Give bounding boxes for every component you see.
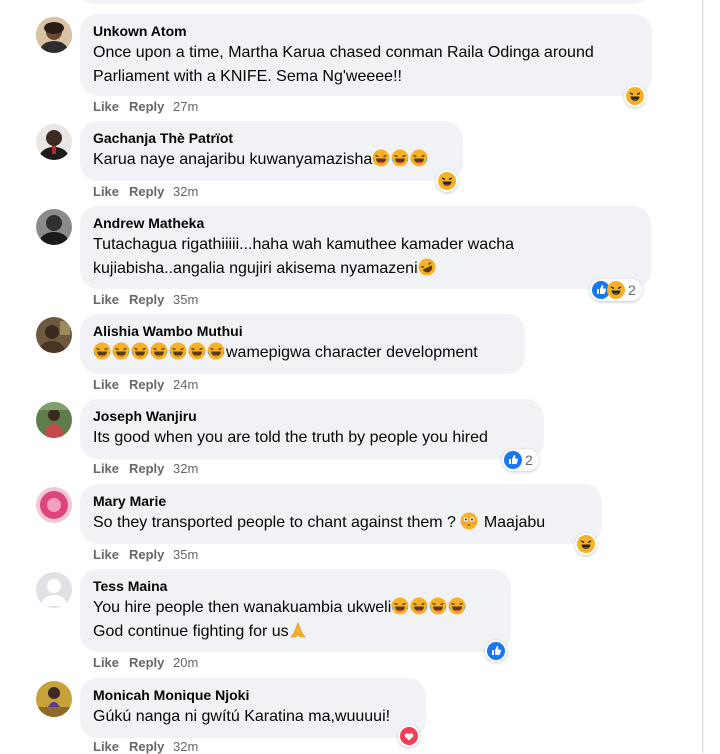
avatar[interactable] — [36, 317, 72, 353]
comment-author[interactable]: Alishia Wambo Muthui — [93, 322, 512, 340]
previous-comment-bubble-edge — [78, 0, 650, 4]
reply-button[interactable]: Reply — [129, 184, 173, 199]
haha-reaction-icon — [438, 172, 456, 190]
comment-text: Karua naye anajaribu kuwanyamazisha — [93, 148, 450, 172]
avatar[interactable] — [36, 572, 72, 608]
like-button[interactable]: Like — [93, 99, 129, 114]
comment-author[interactable]: Joseph Wanjiru — [93, 407, 531, 425]
comment-author[interactable]: Andrew Matheka — [93, 214, 638, 232]
like-button[interactable]: Like — [93, 461, 129, 476]
flushed-emoji — [460, 512, 479, 531]
comment-bubble: Tess Maina You hire people then wanakuam… — [80, 569, 511, 652]
comments-panel: Unkown Atom Once upon a time, Martha Kar… — [0, 0, 703, 754]
comment-bubble: Andrew Matheka Tutachagua rigathiiiii...… — [80, 206, 651, 289]
comment-timestamp[interactable]: 35m — [173, 547, 198, 562]
like-button[interactable]: Like — [93, 547, 129, 562]
comment-actions: Like Reply 24m — [93, 377, 198, 392]
comment-text: Its good when you are told the truth by … — [93, 429, 488, 446]
comment-actions: Like Reply 32m — [93, 184, 198, 199]
comment-bubble: Unkown Atom Once upon a time, Martha Kar… — [80, 14, 652, 96]
avatar[interactable] — [36, 209, 72, 245]
comment-timestamp[interactable]: 20m — [173, 655, 198, 670]
comment-text: You hire people then wanakuambia ukweli G… — [93, 596, 498, 644]
reply-button[interactable]: Reply — [129, 547, 173, 562]
comment-bubble: Joseph Wanjiru Its good when you are tol… — [80, 399, 544, 459]
laughing-emoji-group — [372, 149, 429, 168]
like-button[interactable]: Like — [93, 377, 129, 392]
comment-timestamp[interactable]: 32m — [173, 184, 198, 199]
comment-actions: Like Reply 35m — [93, 292, 198, 307]
reaction-summary[interactable] — [485, 640, 507, 662]
comment-author[interactable]: Gachanja Thè Patrïot — [93, 129, 450, 147]
rofl-emoji — [418, 258, 437, 277]
comment-actions: Like Reply 20m — [93, 655, 198, 670]
comment-text: Gúkú nanga ni gwítú Karatina ma,wuuuui! — [93, 708, 391, 725]
folded-hands-emoji — [289, 622, 308, 640]
comment-timestamp[interactable]: 27m — [173, 99, 198, 114]
reply-button[interactable]: Reply — [129, 461, 173, 476]
comment-bubble: Gachanja Thè Patrïot Karua naye anajarib… — [80, 121, 463, 181]
comment-author[interactable]: Tess Maina — [93, 577, 498, 595]
comment-timestamp[interactable]: 32m — [173, 739, 198, 754]
haha-reaction-icon — [577, 535, 595, 553]
reaction-summary[interactable] — [575, 533, 597, 555]
laughing-emoji-group — [93, 342, 226, 361]
haha-reaction-icon — [607, 281, 625, 299]
like-button[interactable]: Like — [93, 292, 129, 307]
laughing-emoji-group — [391, 597, 467, 616]
like-reaction-icon — [487, 642, 505, 660]
comment-actions: Like Reply 32m — [93, 461, 198, 476]
haha-reaction-icon — [626, 87, 644, 105]
like-button[interactable]: Like — [93, 184, 129, 199]
reply-button[interactable]: Reply — [129, 739, 173, 754]
like-reaction-icon — [504, 451, 522, 469]
reply-button[interactable]: Reply — [129, 655, 173, 670]
reaction-summary[interactable]: 2 — [590, 279, 642, 301]
reaction-count: 2 — [525, 452, 533, 468]
like-button[interactable]: Like — [93, 739, 129, 754]
avatar[interactable] — [36, 124, 72, 160]
comment-text: So they transported people to chant agai… — [93, 512, 546, 531]
comment-author[interactable]: Mary Marie — [93, 492, 589, 510]
comment-author[interactable]: Unkown Atom — [93, 22, 639, 40]
avatar[interactable] — [36, 681, 72, 717]
comment-text: wamepigwa character development — [93, 341, 512, 365]
like-button[interactable]: Like — [93, 655, 129, 670]
comment-timestamp[interactable]: 32m — [173, 461, 198, 476]
comment-bubble: Monicah Monique Njoki Gúkú nanga ni gwít… — [80, 678, 426, 738]
reaction-summary[interactable] — [624, 85, 646, 107]
reply-button[interactable]: Reply — [129, 292, 173, 307]
comment-bubble: Mary Marie So they transported people to… — [80, 484, 602, 544]
reply-button[interactable]: Reply — [129, 377, 173, 392]
comment-timestamp[interactable]: 35m — [173, 292, 198, 307]
comment-timestamp[interactable]: 24m — [173, 377, 198, 392]
reaction-summary[interactable]: 2 — [502, 449, 539, 471]
comment-actions: Like Reply 32m — [93, 739, 198, 754]
avatar[interactable] — [36, 402, 72, 438]
avatar[interactable] — [36, 487, 72, 523]
comment-text: Once upon a time, Martha Karua chased co… — [93, 44, 594, 85]
love-reaction-icon — [400, 727, 418, 745]
reaction-summary[interactable] — [436, 170, 458, 192]
reply-button[interactable]: Reply — [129, 99, 173, 114]
comment-text: Tutachagua rigathiiiii...haha wah kamuth… — [93, 236, 514, 277]
comment-actions: Like Reply 35m — [93, 547, 198, 562]
reaction-summary[interactable] — [398, 725, 420, 747]
avatar[interactable] — [36, 17, 72, 53]
comment-bubble: Alishia Wambo Muthui wamepigwa character… — [80, 314, 525, 374]
reaction-count: 2 — [628, 282, 636, 298]
comment-author[interactable]: Monicah Monique Njoki — [93, 686, 413, 704]
comment-actions: Like Reply 27m — [93, 99, 198, 114]
